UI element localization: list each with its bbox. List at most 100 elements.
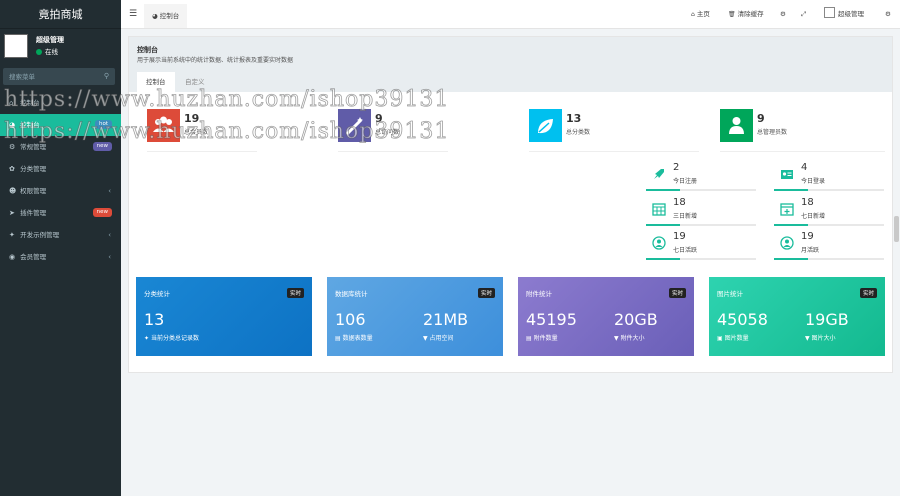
vcard-icon bbox=[780, 167, 794, 181]
user-status-label: 在线 bbox=[45, 48, 58, 56]
card-label-text: 图片数量 bbox=[724, 335, 749, 342]
trash-icon: 🗑 bbox=[728, 11, 736, 18]
clear-cache-button[interactable]: 🗑 清除缓存 bbox=[728, 0, 764, 29]
card-label: ▼ 占用空间 bbox=[423, 333, 454, 342]
stat-label: 七日活跃 bbox=[673, 247, 698, 254]
user-status: 在线 bbox=[36, 46, 58, 56]
home-label: 主页 bbox=[696, 10, 710, 18]
sidebar-item-label: 分类管理 bbox=[20, 165, 47, 173]
sidebar: 竟拍商城 超级管理 在线 ⚲ ⌂ 控制台 ◕ 控制台hot ⚙ 常规管理new … bbox=[0, 0, 121, 496]
app-title[interactable]: 竟拍商城 bbox=[0, 0, 121, 29]
card-label: ▣ 图片数量 bbox=[717, 333, 749, 342]
card-label-text: 附件大小 bbox=[620, 335, 645, 342]
top-navbar: ☰ ◕ 控制台 ⌂ 主页 🗑 清除缓存 ⚙ ⤢ 超级管理 ⚙ bbox=[121, 0, 900, 29]
image-icon: ▣ bbox=[717, 335, 723, 342]
card-attachment-stats: 附件统计 实时 45195 ▤ 附件数量 20GB ▼ 附件大小 bbox=[518, 277, 694, 356]
stat-label: 总管理员数 bbox=[757, 129, 788, 136]
stat-label: 三日新增 bbox=[673, 213, 698, 220]
realtime-badge: 实时 bbox=[286, 288, 304, 298]
stat-today-register: 2 今日注册 bbox=[646, 158, 756, 191]
sidebar-search: ⚲ bbox=[3, 68, 115, 85]
divider bbox=[720, 151, 885, 152]
card-value: 45058 bbox=[717, 310, 768, 329]
stat-value: 4 bbox=[801, 162, 808, 173]
admin-avatar bbox=[824, 7, 835, 18]
wand-icon: ✦ bbox=[144, 335, 150, 342]
sidebar-item-addon[interactable]: ➤ 插件管理 new bbox=[0, 202, 121, 224]
stat-today-login: 4 今日登录 bbox=[774, 158, 884, 191]
stat-label: 月活跃 bbox=[801, 247, 820, 254]
card-title: 图片统计 bbox=[717, 290, 743, 298]
database-icon: ▤ bbox=[335, 335, 341, 342]
filter-icon: ▼ bbox=[423, 335, 428, 342]
settings-icon[interactable]: ⚙ bbox=[885, 0, 891, 29]
divider bbox=[338, 151, 448, 152]
card-label: ▼ 图片大小 bbox=[805, 333, 836, 342]
stat-value: 9 bbox=[757, 112, 765, 125]
tab-dashboard[interactable]: ◕ 控制台 bbox=[144, 4, 188, 28]
stat-value: 19 bbox=[801, 231, 814, 242]
chevron-left-icon: ‹ bbox=[108, 231, 111, 239]
rocket-icon bbox=[652, 167, 666, 181]
card-value: 45195 bbox=[526, 310, 577, 329]
stat-label: 七日新增 bbox=[801, 213, 826, 220]
attachment-icon: ▤ bbox=[526, 335, 532, 342]
menu-toggle-icon[interactable]: ☰ bbox=[129, 9, 137, 19]
user-circle-icon bbox=[780, 236, 794, 250]
sidebar-item-label: 开发示例管理 bbox=[20, 231, 60, 239]
admin-menu[interactable]: 超级管理 bbox=[824, 0, 864, 29]
card-label-text: 当前分类总记录数 bbox=[150, 335, 199, 342]
divider bbox=[147, 151, 257, 152]
rocket-icon: ➤ bbox=[9, 209, 15, 217]
avatar bbox=[4, 34, 28, 58]
chevron-left-icon: ‹ bbox=[108, 253, 111, 261]
home-icon: ⌂ bbox=[691, 11, 695, 18]
fullscreen-icon[interactable]: ⤢ bbox=[801, 0, 806, 29]
stat-three-day: 18 三日新增 bbox=[646, 193, 756, 226]
stat-label: 今日注册 bbox=[673, 178, 698, 185]
stat-value: 2 bbox=[673, 162, 680, 173]
sidebar-item-member[interactable]: ◉ 会员管理 ‹ bbox=[0, 246, 121, 268]
calendar-plus-icon bbox=[780, 202, 794, 216]
sidebar-item-label: 会员管理 bbox=[20, 253, 47, 261]
card-category-stats: 分类统计 实时 13 ✦ 当前分类总记录数 bbox=[136, 277, 312, 356]
card-label: ▤ 数据表数量 bbox=[335, 333, 373, 342]
sidebar-item-label: 权限管理 bbox=[20, 187, 47, 195]
watermark-text: https://www.huzhan.com/ishop39131 bbox=[4, 119, 450, 145]
new-badge: new bbox=[92, 208, 112, 217]
card-value: 19GB bbox=[805, 310, 849, 329]
card-value: 21MB bbox=[423, 310, 469, 329]
sidebar-item-category[interactable]: ✿ 分类管理 bbox=[0, 158, 121, 180]
stat-admins: 9 总管理员数 bbox=[720, 109, 840, 147]
card-database-stats: 数据库统计 实时 106 ▤ 数据表数量 21MB ▼ 占用空间 bbox=[327, 277, 503, 356]
stat-value: 13 bbox=[566, 112, 582, 125]
search-icon[interactable]: ⚲ bbox=[104, 72, 109, 80]
card-value: 20GB bbox=[614, 310, 658, 329]
admin-name: 超级管理 bbox=[838, 10, 864, 18]
card-value: 106 bbox=[335, 310, 366, 329]
scrollbar[interactable] bbox=[894, 216, 899, 242]
calendar-icon bbox=[652, 202, 666, 216]
sidebar-item-example[interactable]: ✦ 开发示例管理 ‹ bbox=[0, 224, 121, 246]
stat-categories: 13 总分类数 bbox=[529, 109, 649, 147]
user-name: 超级管理 bbox=[36, 36, 64, 44]
home-link[interactable]: ⌂ 主页 bbox=[691, 0, 710, 29]
card-value: 13 bbox=[144, 310, 165, 329]
search-input[interactable] bbox=[3, 68, 98, 85]
stat-seven-day: 18 七日新增 bbox=[774, 193, 884, 226]
stat-value: 19 bbox=[673, 231, 686, 242]
language-icon[interactable]: ⚙ bbox=[780, 0, 786, 29]
leaf-icon bbox=[529, 109, 562, 142]
sidebar-item-auth[interactable]: ☻ 权限管理 ‹ bbox=[0, 180, 121, 202]
watermark-text: https://www.huzhan.com/ishop39131 bbox=[4, 87, 450, 113]
card-label-text: 数据表数量 bbox=[342, 335, 373, 342]
magic-icon: ✦ bbox=[9, 231, 15, 239]
tab-label: 控制台 bbox=[159, 12, 180, 20]
leaf-icon: ✿ bbox=[9, 165, 15, 173]
divider bbox=[529, 151, 699, 152]
stat-value: 18 bbox=[673, 197, 686, 208]
stat-month-active: 19 月活跃 bbox=[774, 227, 884, 260]
user-icon bbox=[720, 109, 753, 142]
realtime-badge: 实时 bbox=[859, 288, 877, 298]
user-circle-icon bbox=[652, 236, 666, 250]
